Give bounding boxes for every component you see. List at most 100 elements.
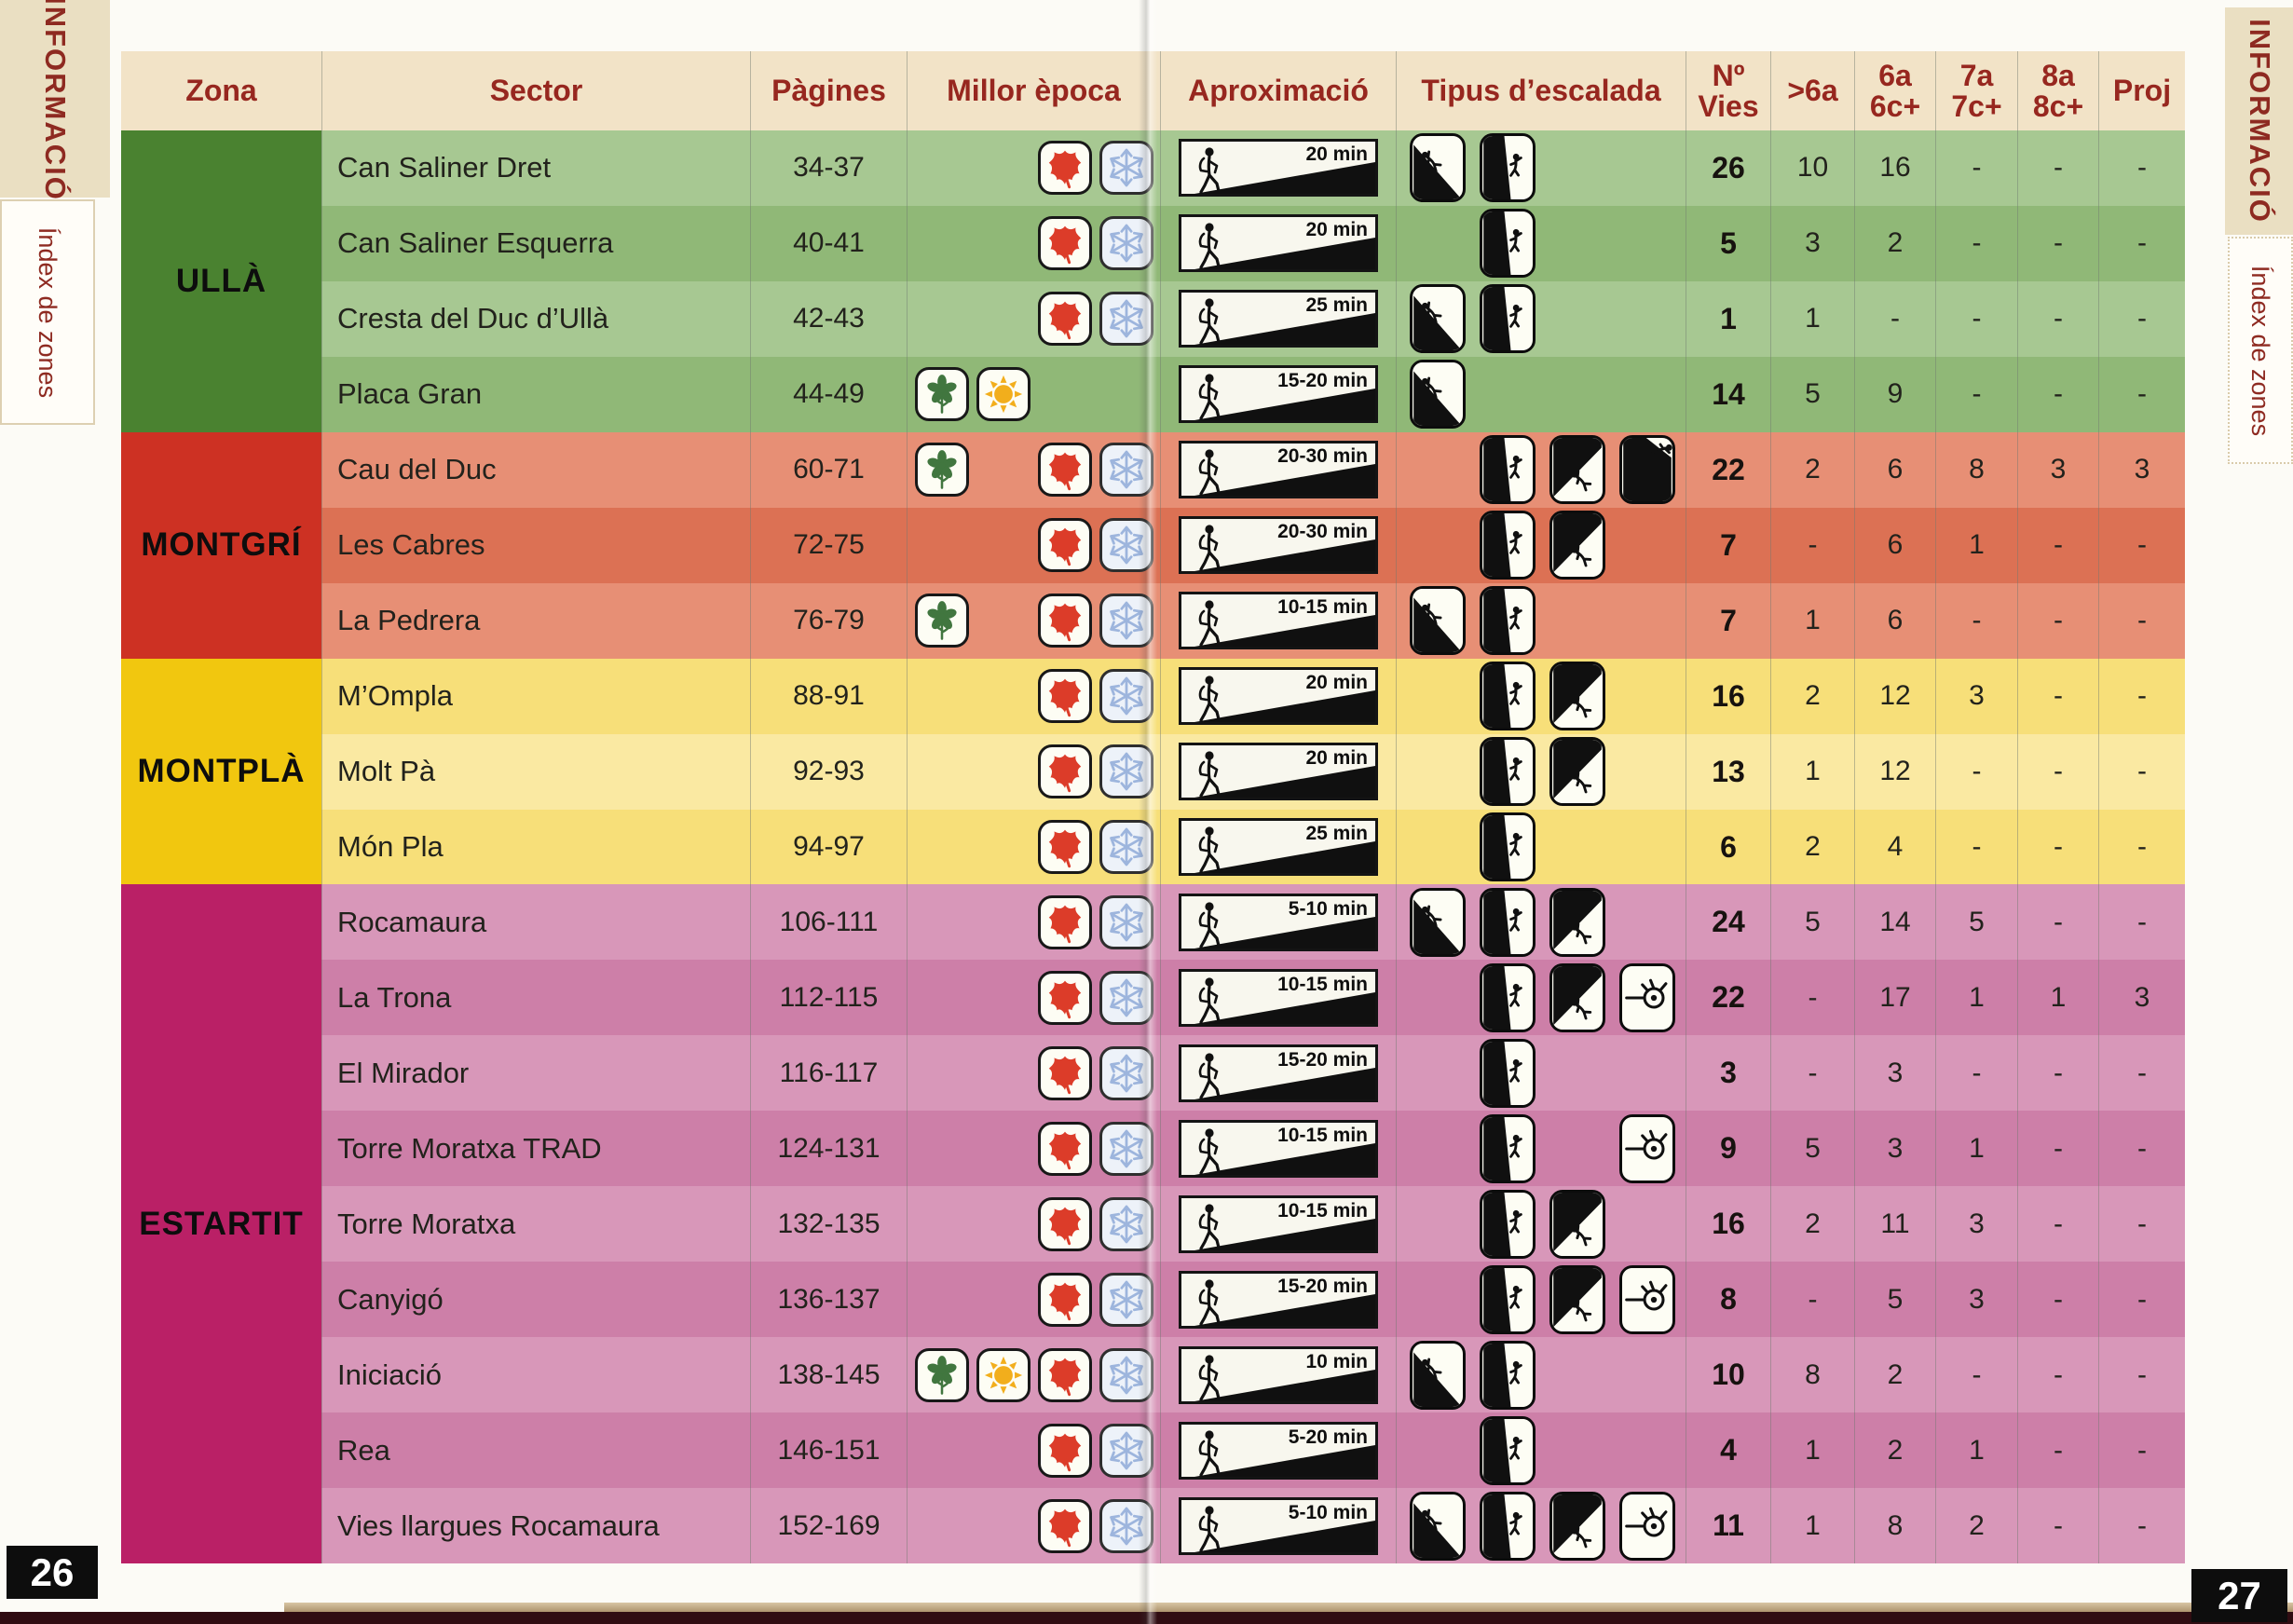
count-7a-7c: 1: [1935, 1111, 2017, 1186]
cell-value: -: [2137, 1435, 2147, 1467]
season-slot-winter: [1096, 1412, 1157, 1488]
season-winter-icon: [1099, 971, 1153, 1025]
approach-time: 20-30 min: [1277, 445, 1368, 468]
approach-cell: 10-15 min: [1160, 1111, 1396, 1186]
count-gt6a: 1: [1770, 583, 1854, 659]
climb-slot-4: [1612, 659, 1682, 734]
climb-slot-4: [1612, 432, 1682, 508]
pages-range: 72-75: [793, 529, 865, 561]
col-header-g7: 7a7c+: [1935, 51, 2017, 130]
climb-slot-1: [1402, 508, 1472, 583]
guidebook-spread: INFORMACIÓ Índex de zones INFORMACIÓ Índ…: [0, 0, 2293, 1624]
approach-time: 10 min: [1305, 1351, 1368, 1373]
count-proj: -: [2098, 206, 2185, 281]
count-8a-8c: -: [2017, 583, 2098, 659]
approach-cell: 5-20 min: [1160, 1412, 1396, 1488]
climb-slot-1: [1402, 206, 1472, 281]
num-vies: 1: [1686, 281, 1770, 357]
cell-value: 6: [1720, 830, 1737, 865]
col-header-label: 6a: [1878, 61, 1912, 91]
climb-slot-2: [1472, 1186, 1542, 1262]
climb-slot-3: [1542, 960, 1612, 1035]
season-cell: [907, 1488, 1160, 1563]
count-6a-6c: 17: [1854, 960, 1935, 1035]
season-slot-spring: [911, 508, 973, 583]
cell-value: 1: [1805, 303, 1821, 334]
pages-range: 146-151: [777, 1435, 880, 1467]
count-proj: -: [2098, 1412, 2185, 1488]
climb-overhang-icon: [1549, 888, 1605, 957]
cell-value: 4: [1720, 1433, 1737, 1467]
num-vies: 9: [1686, 1111, 1770, 1186]
cell-value: 5: [1805, 378, 1821, 410]
sector-name: Rea: [337, 1434, 390, 1467]
cell-value: 12: [1879, 680, 1910, 712]
pages-cell: 94-97: [750, 810, 907, 885]
cell-value: -: [2137, 378, 2147, 410]
table-row: Rocamaura106-111 5-10 min 245145--: [321, 884, 2185, 960]
pages-range: 92-93: [793, 756, 865, 787]
season-winter-icon: [1099, 820, 1153, 874]
season-cell: [907, 1186, 1160, 1262]
cell-value: 5: [1888, 1284, 1904, 1316]
season-slot-winter: [1096, 583, 1157, 659]
sector-name-cell: Torre Moratxa: [321, 1186, 750, 1262]
cell-value: 3: [1720, 1056, 1737, 1090]
sector-name: Can Saliner Esquerra: [337, 226, 613, 260]
climb-slot-2: [1472, 960, 1542, 1035]
climb-vertical-icon: [1480, 1114, 1535, 1183]
cell-value: 4: [1888, 831, 1904, 863]
season-slot-spring: [911, 1412, 973, 1488]
count-proj: -: [2098, 1111, 2185, 1186]
col-header-epoca: Millor època: [907, 51, 1160, 130]
count-gt6a: 1: [1770, 281, 1854, 357]
sector-name-cell: Cau del Duc: [321, 432, 750, 508]
season-slot-winter: [1096, 1035, 1157, 1111]
num-vies: 11: [1686, 1488, 1770, 1563]
approach-cell: 10-15 min: [1160, 960, 1396, 1035]
season-winter-icon: [1099, 216, 1153, 270]
approach-time: 5-10 min: [1289, 1502, 1368, 1524]
cell-value: -: [2137, 152, 2147, 184]
pages-cell: 136-137: [750, 1262, 907, 1337]
climb-slot-1: [1402, 130, 1472, 206]
hiker-approach-icon: 25 min: [1179, 290, 1378, 348]
col-header-label: Tipus d’escalada: [1421, 75, 1660, 106]
col-header-sector: Sector: [321, 51, 750, 130]
climb-overhang-icon: [1549, 511, 1605, 580]
right-index-tab-label: Índex de zones: [2246, 265, 2275, 435]
table-row: Les Cabres72-75 20-30 min 7-61--: [321, 508, 2185, 583]
climb-slot-1: [1402, 884, 1472, 960]
col-header-label: Millor època: [947, 75, 1121, 106]
climb-slot-4: [1612, 206, 1682, 281]
sector-name-cell: El Mirador: [321, 1035, 750, 1111]
cell-value: 1: [1720, 302, 1737, 336]
climb-vertical-icon: [1480, 1265, 1535, 1334]
zone-block-montgrí: MONTGRÍCau del Duc60-71 20-30 min 222683…: [121, 432, 2185, 659]
season-slot-winter: [1096, 1488, 1157, 1563]
col-header-nvies: NºVies: [1686, 51, 1770, 130]
col-header-label: Vies: [1698, 91, 1758, 122]
climb-types-cell: [1396, 810, 1686, 885]
count-proj: 3: [2098, 432, 2185, 508]
climb-slab-icon: [1410, 1341, 1466, 1410]
num-vies: 4: [1686, 1412, 1770, 1488]
season-slot-spring: [911, 659, 973, 734]
cell-value: 3: [1969, 1208, 1985, 1240]
count-proj: -: [2098, 884, 2185, 960]
count-gt6a: -: [1770, 1035, 1854, 1111]
climb-types-cell: [1396, 1035, 1686, 1111]
climb-slot-1: [1402, 1186, 1472, 1262]
count-7a-7c: 3: [1935, 659, 2017, 734]
climb-slot-1: [1402, 432, 1472, 508]
cell-value: -: [2137, 529, 2147, 561]
count-gt6a: 1: [1770, 1488, 1854, 1563]
season-slot-spring: [911, 810, 973, 885]
sector-name: Les Cabres: [337, 528, 485, 562]
climb-types-cell: [1396, 1337, 1686, 1412]
count-8a-8c: -: [2017, 1111, 2098, 1186]
cell-value: 1: [1969, 529, 1985, 561]
hiker-approach-icon: 15-20 min: [1179, 365, 1378, 423]
approach-time: 15-20 min: [1277, 1049, 1368, 1071]
count-7a-7c: 1: [1935, 960, 2017, 1035]
